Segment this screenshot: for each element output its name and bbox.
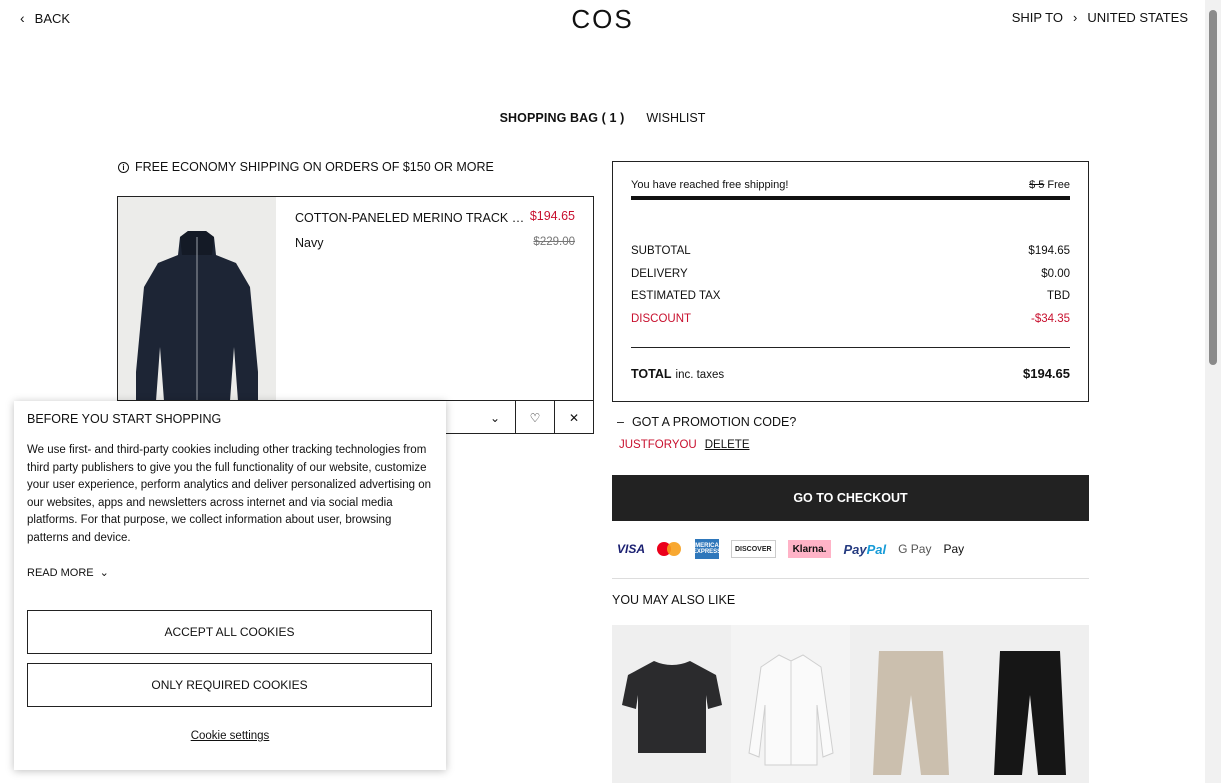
total-row: TOTAL inc. taxes $194.65 <box>631 365 1070 383</box>
product-image[interactable] <box>118 197 276 401</box>
free-shipping-progress-bar <box>631 196 1070 200</box>
info-icon: i <box>118 161 129 173</box>
discover-icon: DISCOVER <box>731 540 776 558</box>
close-icon: ✕ <box>568 410 580 425</box>
checkout-button[interactable]: GO TO CHECKOUT <box>612 475 1089 521</box>
subtotal-label: SUBTOTAL <box>631 245 691 257</box>
klarna-icon: Klarna. <box>787 540 832 558</box>
recommendations-title: YOU MAY ALSO LIKE <box>612 593 736 607</box>
add-to-wishlist-button[interactable]: ♡ <box>515 401 554 434</box>
chevron-down-icon: ⌄ <box>489 410 501 425</box>
delivery-label: DELIVERY <box>631 268 688 280</box>
free-shipping-row: You have reached free shipping! $ 5 Free <box>631 179 1070 191</box>
recommended-product[interactable] <box>969 625 1089 783</box>
chevron-down-icon: ⌄ <box>99 567 109 579</box>
quantity-select[interactable]: ⌄ <box>475 401 515 434</box>
section-divider <box>612 578 1089 579</box>
delivery-row: DELIVERY $0.00 <box>631 268 1070 280</box>
product-original-price: $229.00 <box>533 236 575 248</box>
tax-label: ESTIMATED TAX <box>631 290 721 302</box>
ship-to-selector[interactable]: SHIP TO › UNITED STATES <box>1012 10 1188 25</box>
applied-promo: JUSTFORYOU DELETE <box>619 439 750 451</box>
page-scrollbar[interactable] <box>1205 0 1221 783</box>
product-color: Navy <box>295 236 324 250</box>
total-label: TOTAL <box>631 367 672 381</box>
delivery-value: $0.00 <box>1041 268 1070 280</box>
recommended-product[interactable] <box>850 625 970 783</box>
only-required-cookies-button[interactable]: ONLY REQUIRED COOKIES <box>27 663 432 707</box>
tab-shopping-bag[interactable]: SHOPPING BAG ( 1 ) <box>500 111 625 125</box>
summary-divider <box>631 347 1070 348</box>
total-sub-label: inc. taxes <box>675 369 725 381</box>
product-name[interactable]: COTTON-PANELED MERINO TRACK JACKET <box>295 211 525 225</box>
cookie-title: BEFORE YOU START SHOPPING <box>27 412 222 426</box>
paypal-text-b: Pal <box>866 541 887 557</box>
read-more-label: READ MORE <box>27 566 94 579</box>
shipping-new-price: Free <box>1047 179 1070 191</box>
recommendations-carousel <box>612 625 1089 783</box>
tab-wishlist[interactable]: WISHLIST <box>646 111 705 125</box>
shipping-old-price: $ 5 <box>1029 179 1045 191</box>
shipping-notice: i FREE ECONOMY SHIPPING ON ORDERS OF $15… <box>118 160 494 174</box>
payment-methods: VISA AMERICAN EXPRESS DISCOVER Klarna. P… <box>617 538 964 560</box>
free-shipping-message: You have reached free shipping! <box>631 179 789 191</box>
shipping-notice-text: FREE ECONOMY SHIPPING ON ORDERS OF $150 … <box>135 160 494 174</box>
read-more-toggle[interactable]: READ MORE ⌄ <box>27 566 109 580</box>
discount-value: -$34.35 <box>1030 313 1070 325</box>
bag-tabs: SHOPPING BAG ( 1 ) WISHLIST <box>0 111 1205 125</box>
scrollbar-thumb[interactable] <box>1209 10 1217 365</box>
paypal-icon: Pay Pal <box>843 539 886 559</box>
mastercard-icon <box>657 540 683 558</box>
promo-toggle-label: GOT A PROMOTION CODE? <box>631 415 797 429</box>
discount-row: DISCOUNT -$34.35 <box>631 313 1070 325</box>
remove-item-button[interactable]: ✕ <box>554 401 593 434</box>
recommended-product[interactable] <box>731 625 851 783</box>
cookie-settings-link[interactable]: Cookie settings <box>14 730 446 742</box>
amex-icon: AMERICAN EXPRESS <box>691 539 723 559</box>
promo-code-value: JUSTFORYOU <box>619 439 697 451</box>
promo-code-toggle[interactable]: – GOT A PROMOTION CODE? <box>617 415 796 429</box>
order-summary: You have reached free shipping! $ 5 Free … <box>612 161 1089 402</box>
promo-delete-link[interactable]: DELETE <box>705 439 750 451</box>
free-shipping-price: $ 5 Free <box>1029 179 1070 191</box>
ship-to-label: SHIP TO <box>1011 10 1064 25</box>
google-pay-icon: G Pay <box>898 542 932 556</box>
cart-item: COTTON-PANELED MERINO TRACK JACKET $194.… <box>117 196 594 434</box>
ship-to-country: UNITED STATES <box>1087 10 1188 25</box>
visa-icon: VISA <box>617 542 646 556</box>
tax-value: TBD <box>1047 290 1070 302</box>
total-value: $194.65 <box>1023 366 1070 381</box>
discount-label: DISCOUNT <box>631 313 692 325</box>
cookie-description: We use first- and third-party cookies in… <box>27 444 431 544</box>
subtotal-value: $194.65 <box>1028 245 1070 257</box>
recommended-product[interactable] <box>612 625 731 783</box>
paypal-text-a: Pay <box>843 541 867 557</box>
subtotal-row: SUBTOTAL $194.65 <box>631 245 1070 257</box>
chevron-right-icon: › <box>1073 10 1078 25</box>
cookie-consent-dialog: BEFORE YOU START SHOPPING We use first- … <box>14 401 446 770</box>
minus-icon: – <box>617 415 624 429</box>
accept-all-cookies-button[interactable]: ACCEPT ALL COOKIES <box>27 610 432 654</box>
heart-icon: ♡ <box>529 410 541 425</box>
apple-pay-icon: Pay <box>943 542 965 556</box>
tax-row: ESTIMATED TAX TBD <box>631 290 1070 302</box>
product-price: $194.65 <box>529 209 575 223</box>
